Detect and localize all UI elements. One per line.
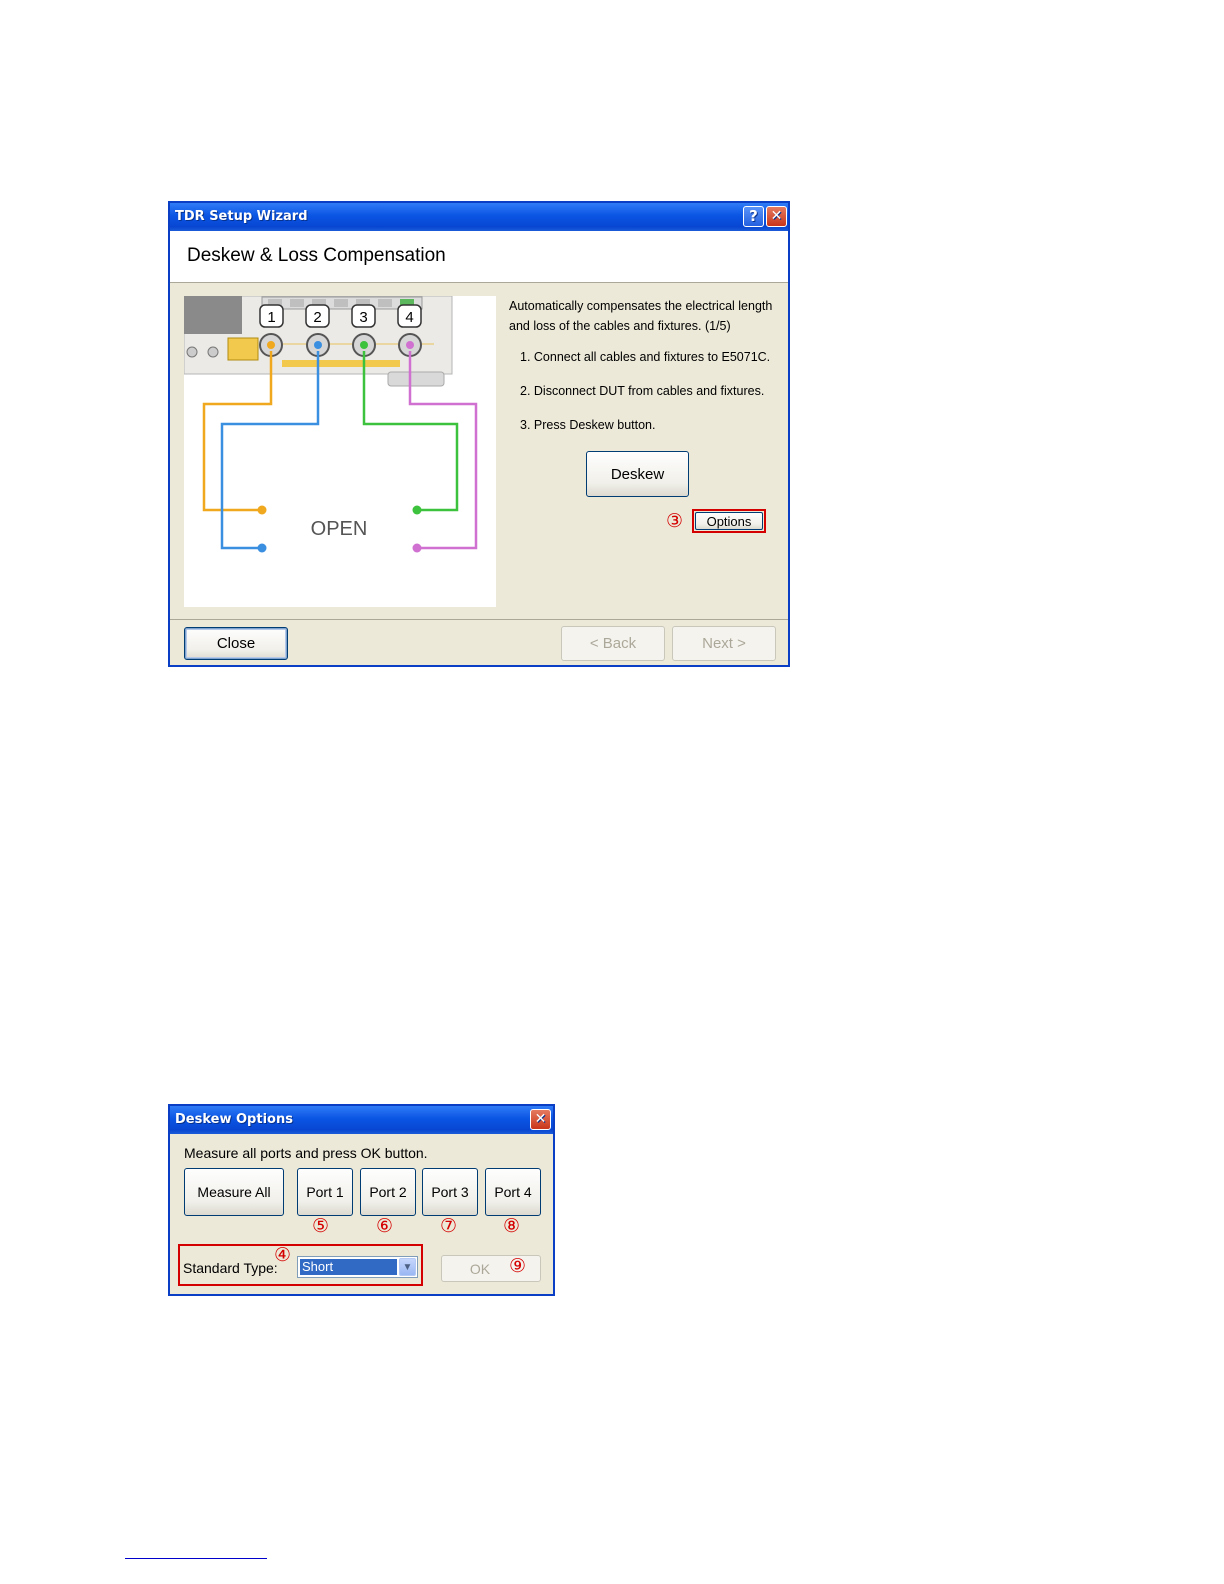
port-1-marker: ⑤ xyxy=(312,1215,330,1237)
options-button[interactable]: Options xyxy=(695,512,763,530)
cable-port-1 xyxy=(202,351,273,512)
connection-diagram: 1 2 3 4 OPEN xyxy=(183,295,496,607)
back-button[interactable]: < Back xyxy=(561,626,665,661)
tdr-setup-wizard-window: TDR Setup Wizard ? ✕ Deskew & Loss Compe… xyxy=(168,201,790,667)
port-3-button[interactable]: Port 3 xyxy=(422,1168,478,1216)
description-text: Automatically compensates the electrical… xyxy=(509,299,773,333)
standard-type-select[interactable]: Short ▼ xyxy=(297,1256,418,1278)
open-label: OPEN xyxy=(311,518,368,540)
wizard-header: Deskew & Loss Compensation xyxy=(170,231,788,283)
port-3-marker: ⑦ xyxy=(440,1215,458,1237)
next-button[interactable]: Next > xyxy=(672,626,776,661)
deskew-options-window: Deskew Options ✕ Measure all ports and p… xyxy=(168,1104,555,1296)
port-4-marker: ⑧ xyxy=(503,1215,521,1237)
chevron-down-icon[interactable]: ▼ xyxy=(399,1258,416,1276)
step-3-text: 3. Press Deskew button. xyxy=(520,418,656,432)
cable-end-3 xyxy=(412,505,422,515)
options-marker: ③ xyxy=(666,510,684,532)
deskew-button[interactable]: Deskew xyxy=(586,451,689,497)
ok-label: OK xyxy=(469,1260,491,1277)
close-button[interactable]: Close xyxy=(184,627,288,660)
port-1-button[interactable]: Port 1 xyxy=(297,1168,353,1216)
step-2-text: 2. Disconnect DUT from cables and fixtur… xyxy=(520,384,765,398)
measure-all-button[interactable]: Measure All xyxy=(184,1168,284,1216)
port-4-label: 4 xyxy=(405,309,413,326)
port-2-button[interactable]: Port 2 xyxy=(360,1168,416,1216)
port-1-label: 1 xyxy=(267,309,275,326)
wizard-title-bar[interactable]: TDR Setup Wizard ? ✕ xyxy=(170,203,788,231)
connection-diagram-svg: 1 2 3 4 OPEN xyxy=(183,295,478,553)
cable-end-1 xyxy=(257,505,267,515)
page-title: Deskew & Loss Compensation xyxy=(187,245,446,266)
help-icon[interactable]: ? xyxy=(743,206,764,227)
standard-type-label: Standard Type: xyxy=(183,1260,278,1276)
options-title-bar[interactable]: Deskew Options ✕ xyxy=(170,1106,553,1134)
cable-end-4 xyxy=(412,543,422,553)
port-2-label: 2 xyxy=(313,309,321,326)
footnote-separator xyxy=(125,1558,267,1559)
cable-end-2 xyxy=(257,543,267,553)
wizard-title: TDR Setup Wizard xyxy=(175,209,308,224)
close-icon[interactable]: ✕ xyxy=(766,206,787,227)
port-3-label: 3 xyxy=(359,309,367,326)
port-4-button[interactable]: Port 4 xyxy=(485,1168,541,1216)
options-instruction: Measure all ports and press OK button. xyxy=(184,1145,428,1161)
options-title: Deskew Options xyxy=(175,1112,293,1127)
ok-marker: ⑨ xyxy=(509,1255,527,1277)
footer-divider xyxy=(170,619,788,620)
port-2-marker: ⑥ xyxy=(376,1215,394,1237)
standard-type-value: Short xyxy=(300,1259,397,1275)
close-icon[interactable]: ✕ xyxy=(530,1109,551,1130)
step-1-text: 1. Connect all cables and fixtures to E5… xyxy=(520,350,771,364)
